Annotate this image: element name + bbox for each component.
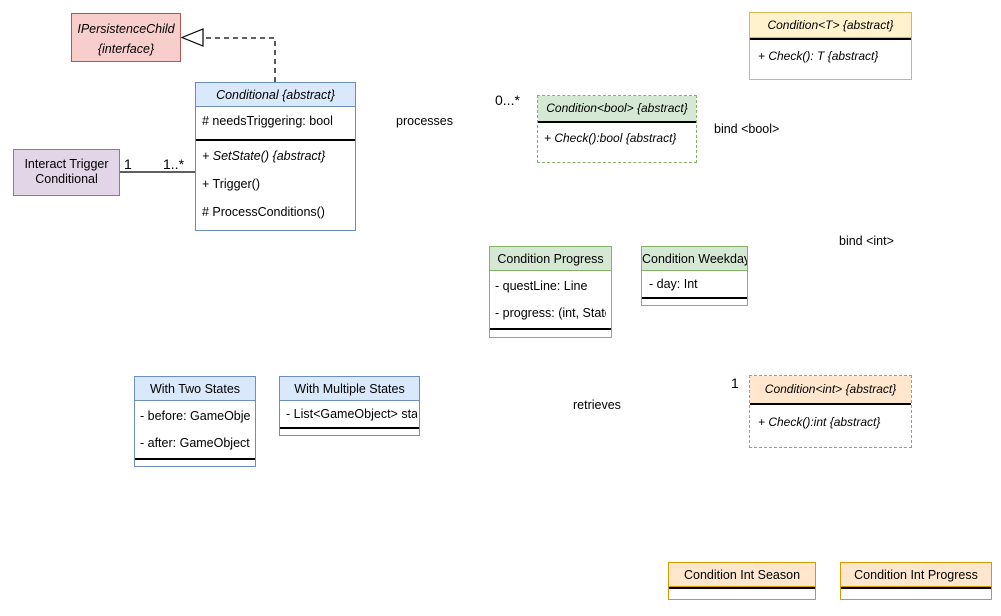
conditional-operation-row: + SetState() {abstract} bbox=[202, 149, 326, 163]
conditional-attributes: # needsTriggering: bool bbox=[196, 107, 355, 139]
edge-label-bind-int: bind <int> bbox=[839, 234, 894, 248]
condition-t-operation-row: + Check(): T {abstract} bbox=[758, 49, 879, 63]
condition-weekday-title: Condition Weekday bbox=[642, 247, 747, 271]
condition-int-title: Condition<int> {abstract} bbox=[750, 376, 911, 403]
class-box-condition-int[interactable]: Condition<int> {abstract} + Check():int … bbox=[749, 375, 912, 448]
with-multiple-states-title: With Multiple States bbox=[280, 377, 419, 401]
multiplicity-zero-to-many: 0...* bbox=[495, 92, 520, 108]
condition-progress-attributes: - questLine: Line - progress: (int, Stat… bbox=[490, 271, 611, 328]
class-box-interact-trigger-conditional[interactable]: Interact Trigger Conditional bbox=[13, 149, 120, 196]
class-box-with-multiple-states[interactable]: With Multiple States - List<GameObject> … bbox=[279, 376, 420, 436]
condition-progress-attribute-row: - questLine: Line bbox=[495, 279, 588, 293]
condition-weekday-attribute-row: - day: Int bbox=[649, 277, 698, 291]
condition-progress-operations bbox=[490, 328, 611, 337]
ipersistence-child-name: IPersistenceChild bbox=[77, 22, 175, 36]
class-box-condition-t[interactable]: Condition<T> {abstract} + Check(): T {ab… bbox=[749, 12, 912, 80]
interact-trigger-conditional-line2: Conditional bbox=[35, 172, 98, 186]
class-box-condition-progress[interactable]: Condition Progress - questLine: Line - p… bbox=[489, 246, 612, 338]
condition-int-progress-body bbox=[841, 587, 991, 599]
with-two-states-attribute-row: - after: GameObject bbox=[140, 436, 250, 450]
with-two-states-attribute-row: - before: GameObject bbox=[140, 409, 250, 423]
with-two-states-title: With Two States bbox=[135, 377, 255, 401]
edge-conditional-realizes-ipersistencechild bbox=[180, 28, 276, 82]
with-multiple-states-attributes: - List<GameObject> states bbox=[280, 401, 419, 427]
condition-progress-title: Condition Progress bbox=[490, 247, 611, 271]
condition-int-season-body bbox=[669, 587, 815, 599]
condition-int-progress-title: Condition Int Progress bbox=[841, 563, 991, 587]
class-box-condition-weekday[interactable]: Condition Weekday - day: Int bbox=[641, 246, 748, 306]
class-box-condition-bool[interactable]: Condition<bool> {abstract} + Check():boo… bbox=[537, 95, 697, 163]
class-box-ipersistence-child[interactable]: IPersistenceChild {interface} bbox=[71, 13, 181, 62]
condition-t-operations: + Check(): T {abstract} bbox=[750, 38, 911, 79]
conditional-title: Conditional {abstract} bbox=[196, 83, 355, 107]
with-two-states-operations bbox=[135, 458, 255, 466]
uml-diagram-canvas: Condition "processes" --> bbox=[0, 0, 1001, 616]
class-box-with-two-states[interactable]: With Two States - before: GameObject - a… bbox=[134, 376, 256, 467]
condition-bool-operation-row: + Check():bool {abstract} bbox=[544, 131, 677, 145]
condition-bool-operations: + Check():bool {abstract} bbox=[538, 121, 696, 162]
with-multiple-states-attribute-row: - List<GameObject> states bbox=[286, 407, 417, 421]
class-box-condition-int-progress[interactable]: Condition Int Progress bbox=[840, 562, 992, 600]
with-two-states-attributes: - before: GameObject - after: GameObject bbox=[135, 401, 255, 458]
condition-int-season-title: Condition Int Season bbox=[669, 563, 815, 587]
condition-weekday-operations bbox=[642, 297, 747, 305]
conditional-attribute-row: # needsTriggering: bool bbox=[202, 114, 333, 128]
interact-trigger-conditional-line1: Interact Trigger bbox=[24, 157, 109, 171]
conditional-operation-row: # ProcessConditions() bbox=[202, 205, 325, 219]
condition-int-operations: + Check():int {abstract} bbox=[750, 403, 911, 447]
conditional-operation-row: + Trigger() bbox=[202, 177, 261, 191]
class-box-conditional[interactable]: Conditional {abstract} # needsTriggering… bbox=[195, 82, 356, 231]
edge-label-bind-bool: bind <bool> bbox=[714, 122, 780, 136]
condition-progress-attribute-row: - progress: (int, State) bbox=[495, 306, 606, 320]
condition-weekday-attributes: - day: Int bbox=[642, 271, 747, 297]
condition-t-title: Condition<T> {abstract} bbox=[750, 13, 911, 38]
condition-int-operation-row: + Check():int {abstract} bbox=[758, 415, 881, 429]
condition-bool-title: Condition<bool> {abstract} bbox=[538, 96, 696, 121]
conditional-operations: + SetState() {abstract} + Trigger() # Pr… bbox=[196, 139, 355, 231]
multiplicity-one-left: 1 bbox=[124, 156, 132, 172]
edge-label-retrieves: retrieves bbox=[573, 398, 621, 412]
multiplicity-one-to-many: 1..* bbox=[163, 156, 185, 172]
multiplicity-one-right: 1 bbox=[731, 375, 739, 391]
edge-label-processes: processes bbox=[396, 114, 453, 128]
with-multiple-states-operations bbox=[280, 427, 419, 435]
class-box-condition-int-season[interactable]: Condition Int Season bbox=[668, 562, 816, 600]
ipersistence-child-stereotype: {interface} bbox=[97, 42, 155, 56]
